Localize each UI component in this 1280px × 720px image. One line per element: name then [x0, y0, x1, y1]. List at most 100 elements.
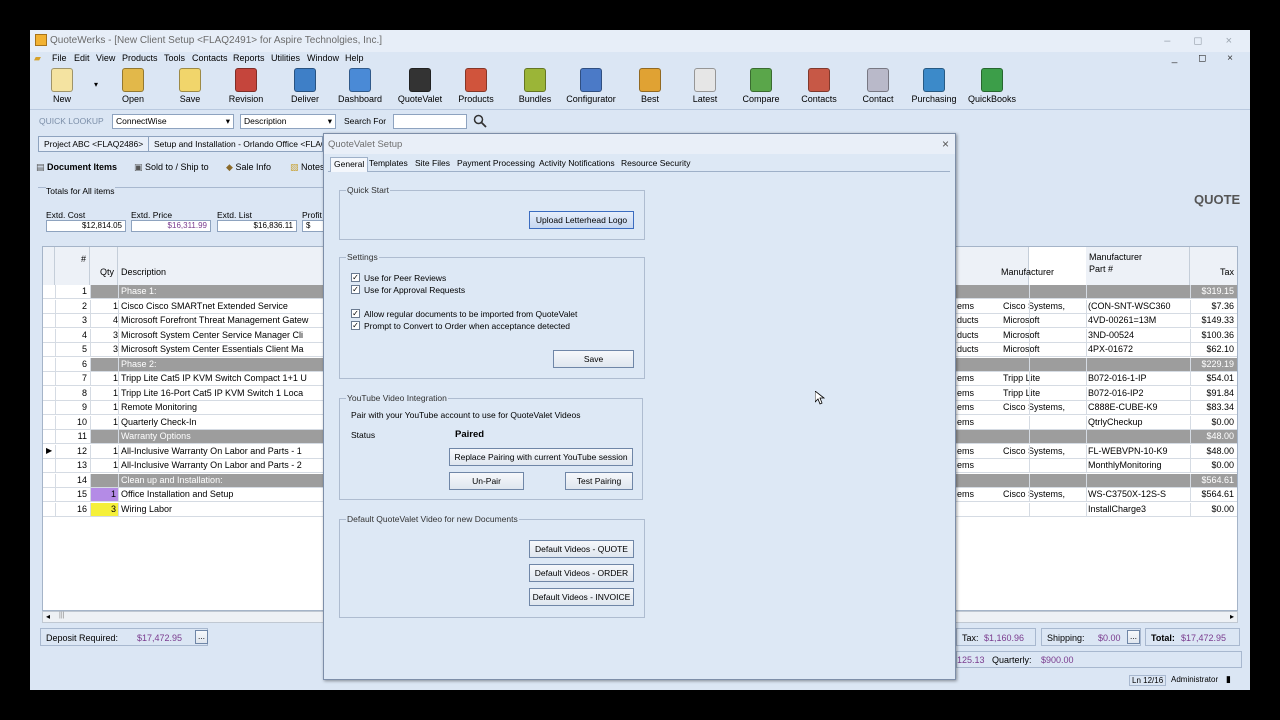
window-title: QuoteWerks - [New Client Setup <FLAQ2491…	[50, 35, 383, 46]
default-videos-quote-button[interactable]: Default Videos - QUOTE	[529, 540, 634, 558]
tab-activity-notifications[interactable]: Activity Notifications	[536, 157, 618, 172]
prompt-convert-checkbox[interactable]: ✓	[351, 321, 360, 330]
test-pairing-button[interactable]: Test Pairing	[565, 472, 633, 490]
un-pair-button[interactable]: Un-Pair	[449, 472, 524, 490]
menu-edit[interactable]: Edit	[74, 53, 90, 63]
close-icon[interactable]: ×	[942, 137, 949, 151]
quick-start-group: Quick Start Upload Letterhead Logo	[339, 185, 645, 240]
menu-view[interactable]: View	[96, 53, 115, 63]
recurring-value: 125.13	[957, 655, 985, 665]
extd-list-value: $16,836.11	[217, 220, 297, 232]
quotevalet-icon	[409, 68, 431, 92]
toolbar-revision-button[interactable]: Revision	[226, 68, 266, 108]
lookup-field-select[interactable]: Description ▾	[240, 114, 336, 129]
toolbar-products-button[interactable]: Products	[456, 68, 496, 108]
toolbar-contacts-button[interactable]: Contacts	[799, 68, 839, 108]
cell-description: Remote Monitoring	[121, 402, 198, 412]
lookup-source-select[interactable]: ConnectWise ▾	[112, 114, 234, 129]
toolbar-compare-button[interactable]: Compare	[741, 68, 781, 108]
tab-sale-info[interactable]: ◆ Sale Info	[226, 162, 271, 177]
new-icon	[51, 68, 73, 92]
tab-payment-processing[interactable]: Payment Processing	[454, 157, 538, 172]
tab-resource-security[interactable]: Resource Security	[618, 157, 693, 172]
toolbar-purchasing-button[interactable]: Purchasing	[909, 68, 959, 108]
scroll-left-icon[interactable]: ◂	[46, 612, 50, 621]
contacts-icon	[808, 68, 830, 92]
peer-reviews-checkbox[interactable]: ✓	[351, 273, 360, 282]
allow-import-checkbox[interactable]: ✓	[351, 309, 360, 318]
menu-reports[interactable]: Reports	[233, 53, 265, 63]
bundles-icon	[524, 68, 546, 92]
toolbar-deliver-button[interactable]: Deliver	[288, 68, 322, 108]
default-videos-invoice-button[interactable]: Default Videos - INVOICE	[529, 588, 634, 606]
tab-sold-to-ship-to[interactable]: ▣ Sold to / Ship to	[134, 162, 209, 177]
window-controls[interactable]: – ◻ ×	[1164, 34, 1242, 47]
toolbar-best-button[interactable]: Best	[635, 68, 665, 108]
header-number[interactable]: #	[55, 247, 90, 285]
toolbar-quotevalet-button[interactable]: QuoteValet	[395, 68, 445, 108]
toolbar-latest-button[interactable]: Latest	[690, 68, 720, 108]
cell-manufacturer: Tripp Lite	[1003, 373, 1041, 383]
doc-tab-setup-installation[interactable]: Setup and Installation - Orlando Office …	[148, 136, 323, 152]
cell-category: ems	[957, 402, 975, 412]
toolbar-configurator-button[interactable]: Configurator	[562, 68, 620, 108]
tab-notes[interactable]: ▧ Notes	[290, 162, 325, 177]
menu-tools[interactable]: Tools	[164, 53, 185, 63]
toolbar-bundles-button[interactable]: Bundles	[515, 68, 555, 108]
toolbar-new-button[interactable]: New	[48, 68, 76, 108]
menu-help[interactable]: Help	[345, 53, 364, 63]
toolbar-save-button[interactable]: Save	[176, 68, 204, 108]
toolbar-dashboard-button[interactable]: Dashboard	[336, 68, 384, 108]
tab-general[interactable]: General	[330, 157, 369, 172]
header-tax[interactable]: Tax	[1190, 247, 1237, 285]
toolbar-open-button[interactable]: Open	[119, 68, 147, 108]
cell-manufacturer: Microsoft	[1003, 329, 1040, 340]
cell-description: Phase 2:	[121, 358, 157, 369]
cell-number: 13	[76, 460, 87, 470]
tab-site-files[interactable]: Site Files	[412, 157, 453, 172]
header-mfr-part[interactable]: Manufacturer Part #	[1086, 247, 1190, 285]
extd-price-label: Extd. Price	[131, 210, 173, 220]
doc-tab-project-abc[interactable]: Project ABC <FLAQ2486>	[38, 136, 150, 152]
save-button[interactable]: Save	[553, 350, 634, 368]
toolbar-label: Configurator	[566, 94, 616, 104]
header-manufacturer[interactable]: Manufacturer	[1001, 267, 1054, 277]
header-qty[interactable]: Qty	[90, 247, 118, 285]
search-input[interactable]	[393, 114, 467, 129]
shipping-ellipsis-button[interactable]: ...	[1127, 630, 1140, 644]
cell-part-number: QtrlyCheckup	[1088, 416, 1143, 427]
menu-window[interactable]: Window	[307, 53, 339, 63]
cell-number: 10	[76, 416, 87, 427]
doc-type-label: QUOTE	[1194, 192, 1241, 207]
contact-icon	[867, 68, 889, 92]
deposit-ellipsis-button[interactable]: ...	[195, 630, 208, 644]
scroll-thumb-grip-icon[interactable]: |||	[59, 612, 64, 619]
menu-products[interactable]: Products	[122, 53, 158, 63]
replace-pairing-button[interactable]: Replace Pairing with current YouTube ses…	[449, 448, 633, 466]
toolbar-contact-button[interactable]: Contact	[859, 68, 897, 108]
line-position: Ln 12/16	[1129, 675, 1167, 686]
quarterly-value: $900.00	[1041, 655, 1074, 665]
scroll-right-icon[interactable]: ▸	[1230, 612, 1234, 621]
menu-utilities[interactable]: Utilities	[271, 53, 300, 63]
compare-icon	[750, 68, 772, 92]
new-dropdown-chevron-icon[interactable]: ▾	[94, 80, 98, 89]
menu-contacts[interactable]: Contacts	[192, 53, 228, 63]
mdi-controls[interactable]: _ ◻ ×	[1172, 53, 1242, 64]
cell-tax: $319.15	[1201, 286, 1234, 296]
upload-letterhead-logo-button[interactable]: Upload Letterhead Logo	[529, 211, 634, 229]
cell-tax: $564.61	[1201, 474, 1234, 485]
menu-file[interactable]: File	[52, 53, 67, 63]
tax-panel: Tax: $1,160.96	[956, 628, 1036, 646]
cell-description: Microsoft System Center Service Manager …	[121, 329, 304, 340]
note-icon: ▧	[290, 162, 299, 172]
status-value: Paired	[455, 429, 485, 440]
default-videos-order-button[interactable]: Default Videos - ORDER	[529, 564, 634, 582]
cell-part-number: B072-016-1-IP	[1088, 373, 1147, 383]
cell-tax: $0.00	[1211, 503, 1234, 514]
search-icon[interactable]	[473, 114, 487, 128]
approval-requests-checkbox[interactable]: ✓	[351, 285, 360, 294]
toolbar-quickbooks-button[interactable]: QuickBooks	[966, 68, 1018, 108]
tab-templates[interactable]: Templates	[366, 157, 411, 172]
tab-document-items[interactable]: ▤ Document Items	[36, 162, 117, 177]
